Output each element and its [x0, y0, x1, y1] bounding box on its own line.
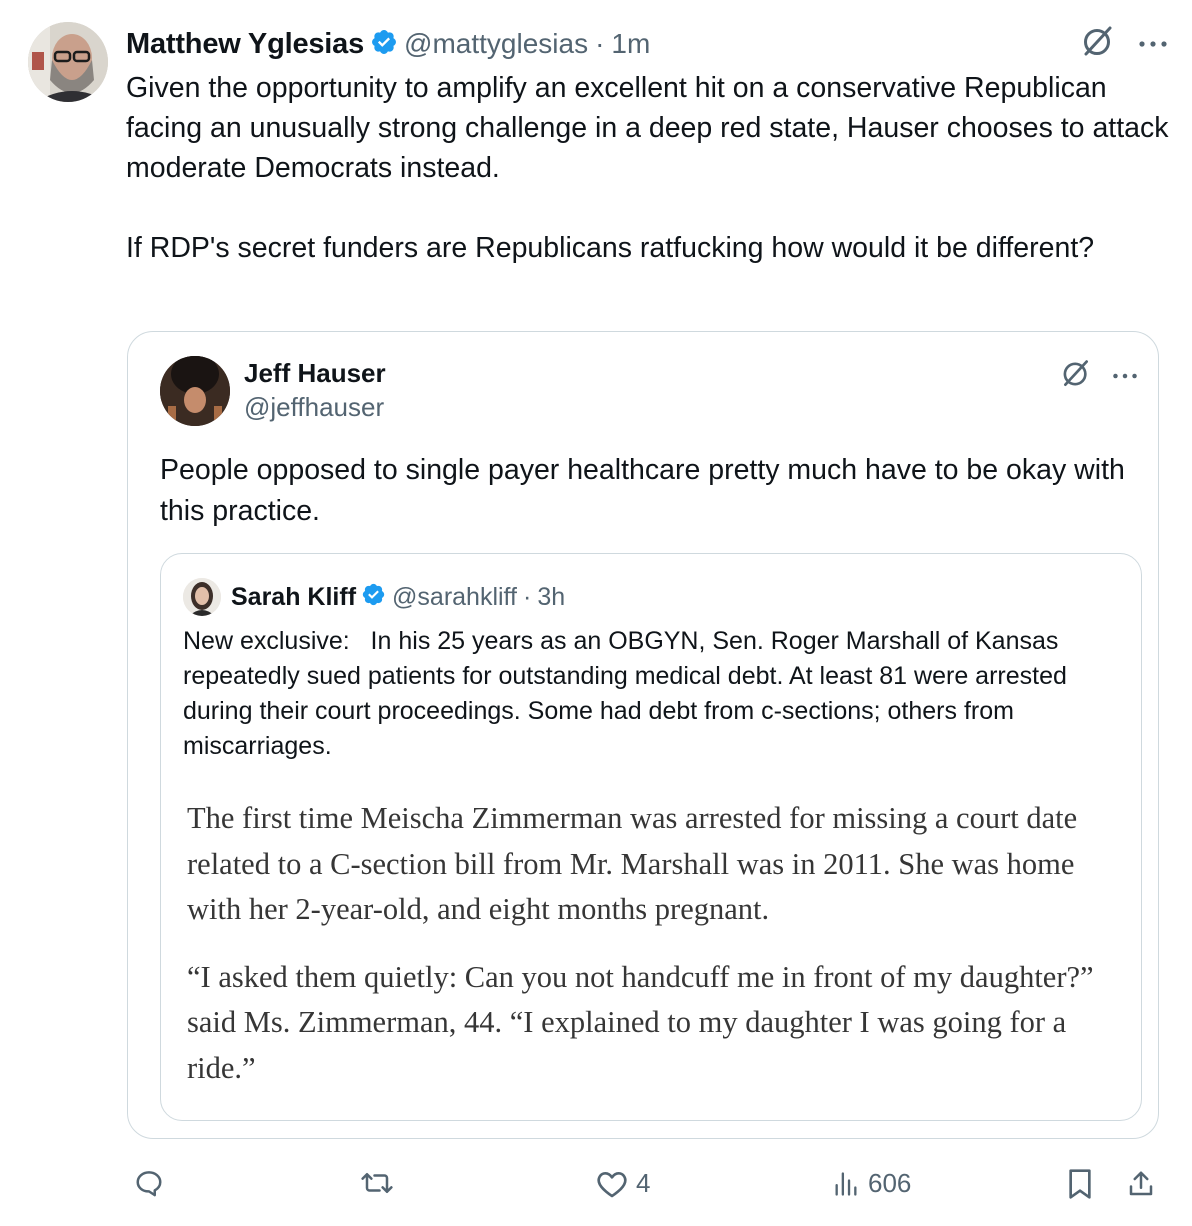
- bookmark-button[interactable]: [1066, 1168, 1094, 1200]
- reply-icon: [134, 1168, 164, 1198]
- like-count: 4: [636, 1168, 651, 1198]
- views-icon: [832, 1169, 860, 1199]
- nested-author-name[interactable]: Sarah Kliff: [231, 583, 356, 612]
- meta-separator: ·: [595, 28, 605, 59]
- quoted-top-actions: [1060, 358, 1138, 395]
- tweet-header: Matthew Yglesias @mattyglesias · 1m: [126, 22, 650, 66]
- article-paragraph: “I asked them quietly: Can you not handc…: [187, 959, 1094, 1085]
- nested-quoted-tweet[interactable]: Sarah Kliff @sarahkliff · 3h New exclusi…: [160, 553, 1142, 1121]
- author-name[interactable]: Matthew Yglesias: [126, 28, 364, 61]
- tweet-top-actions: [1080, 24, 1168, 65]
- more-icon[interactable]: [1112, 368, 1138, 386]
- quoted-author-avatar[interactable]: [160, 356, 230, 426]
- article-excerpt-image[interactable]: The first time Meischa Zimmerman was arr…: [187, 796, 1117, 1113]
- grok-icon[interactable]: [1080, 24, 1116, 65]
- verified-badge-icon[interactable]: [361, 582, 386, 612]
- nested-timestamp[interactable]: 3h: [537, 583, 565, 612]
- tweet-text: Given the opportunity to amplify an exce…: [126, 72, 1169, 264]
- nested-author-handle[interactable]: @sarahkliff: [392, 583, 517, 612]
- article-paragraph: The first time Meischa Zimmerman was arr…: [187, 801, 1078, 926]
- nested-author-avatar[interactable]: [183, 578, 221, 616]
- tweet-action-bar: 4 606: [126, 1162, 1166, 1212]
- more-icon[interactable]: [1138, 36, 1168, 54]
- views-button[interactable]: 606: [832, 1168, 911, 1199]
- bookmark-icon: [1066, 1168, 1094, 1200]
- views-count: 606: [868, 1168, 912, 1198]
- nested-tweet-text: New exclusive: In his 25 years as an OBG…: [183, 627, 1074, 760]
- share-icon: [1126, 1168, 1156, 1200]
- quoted-author-name[interactable]: Jeff Hauser: [244, 358, 386, 389]
- meta-separator: ·: [523, 582, 532, 611]
- author-handle[interactable]: @mattyglesias: [404, 28, 588, 60]
- quoted-tweet[interactable]: Jeff Hauser @jeffhauser People opposed t…: [127, 331, 1159, 1139]
- reply-button[interactable]: [134, 1168, 172, 1198]
- retweet-button[interactable]: [360, 1168, 402, 1198]
- share-button[interactable]: [1126, 1168, 1156, 1200]
- like-icon: [596, 1169, 628, 1199]
- like-button[interactable]: 4: [596, 1168, 650, 1199]
- quoted-author-handle[interactable]: @jeffhauser: [244, 392, 384, 423]
- tweet-timestamp[interactable]: 1m: [611, 28, 650, 60]
- grok-icon[interactable]: [1060, 358, 1092, 395]
- verified-badge-icon[interactable]: [370, 28, 398, 61]
- retweet-icon: [360, 1168, 394, 1198]
- nested-tweet-header: Sarah Kliff @sarahkliff · 3h: [183, 576, 565, 618]
- author-avatar[interactable]: [28, 22, 108, 102]
- quoted-tweet-text: People opposed to single payer healthcar…: [160, 454, 1125, 527]
